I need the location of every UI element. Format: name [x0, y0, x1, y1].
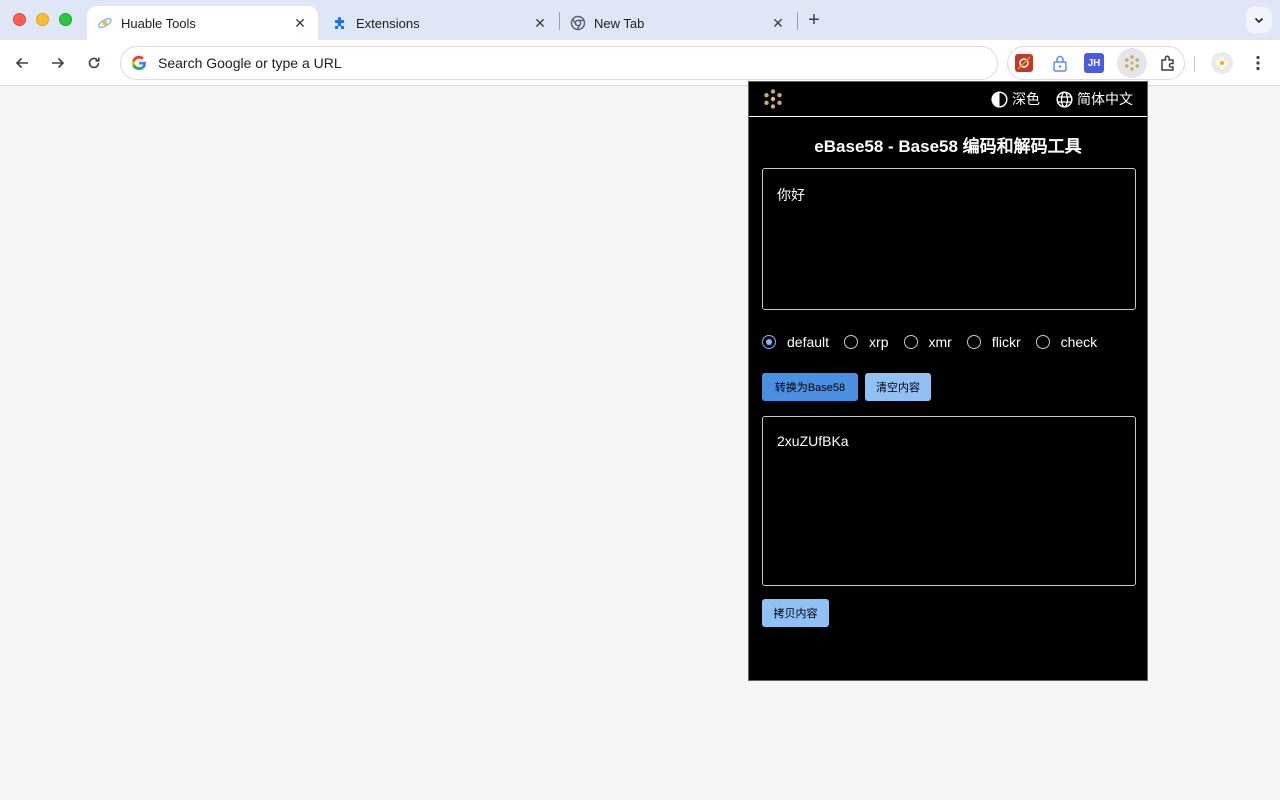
radio-unchecked[interactable] [1035, 335, 1050, 349]
address-bar[interactable] [120, 46, 998, 80]
new-tab-button[interactable]: + [803, 9, 825, 31]
radio-unchecked[interactable] [903, 335, 918, 349]
browser-toolbar: JH [0, 40, 1280, 86]
flower-avatar-icon [1215, 56, 1229, 70]
copy-button[interactable]: 拷贝内容 [762, 599, 829, 627]
option-xrp[interactable]: xrp [844, 334, 889, 350]
radio-unchecked[interactable] [966, 335, 981, 349]
google-g-icon [131, 55, 146, 71]
input-textarea[interactable]: 你好 [762, 168, 1136, 310]
language-select-button[interactable]: 简体中文 [1056, 89, 1133, 109]
popup-header: 深色 简体中文 [749, 82, 1147, 117]
omnibox-input[interactable] [158, 55, 958, 71]
tab-search-button[interactable] [1246, 7, 1272, 33]
contrast-icon [991, 90, 1008, 108]
huable-logo-icon [762, 88, 784, 110]
option-label: check [1060, 334, 1098, 350]
jh-extension-icon[interactable]: JH [1084, 53, 1104, 73]
reload-button[interactable] [81, 50, 107, 76]
option-flickr[interactable]: flickr [966, 334, 1021, 350]
globe-icon [1056, 90, 1073, 108]
toolbar-separator [1194, 56, 1195, 72]
option-label: xrp [869, 334, 889, 350]
theme-label: 深色 [1012, 91, 1040, 107]
tab-extensions[interactable]: Extensions ✕ [322, 6, 558, 40]
arrow-left-icon [15, 57, 28, 69]
option-label: xmr [928, 334, 952, 350]
window-zoom-button[interactable] [59, 13, 72, 26]
reload-icon [88, 57, 100, 69]
tab-new-tab[interactable]: New Tab ✕ [560, 6, 796, 40]
radio-checked[interactable] [762, 335, 776, 349]
chevron-down-icon [1254, 17, 1264, 24]
window-close-button[interactable] [13, 13, 26, 26]
option-label: flickr [991, 334, 1021, 350]
puzzle-piece-icon [332, 15, 348, 31]
option-default[interactable]: default [762, 334, 829, 350]
radio-unchecked[interactable] [844, 335, 859, 349]
tab-title: Extensions [356, 15, 420, 31]
arrow-right-icon [52, 57, 65, 69]
tab-separator [797, 12, 798, 30]
tab-title: Huable Tools [121, 15, 196, 31]
popup-title: eBase58 - Base58 编码和解码工具 [814, 137, 1082, 156]
option-label: default [787, 334, 830, 350]
puzzle-extensions-icon[interactable] [1156, 51, 1180, 75]
window-minimize-button[interactable] [36, 13, 49, 26]
theme-toggle-button[interactable]: 深色 [991, 89, 1040, 109]
browser-menu-button[interactable] [1250, 52, 1266, 74]
close-icon[interactable]: ✕ [770, 15, 786, 31]
option-xmr[interactable]: xmr [903, 334, 952, 350]
tab-title: New Tab [594, 15, 645, 31]
red-extension-icon[interactable] [1012, 51, 1036, 75]
forward-button[interactable] [45, 50, 71, 76]
extension-popup: 深色 简体中文 eBase58 - Base58 编码和解码工具 你好 defa… [748, 81, 1148, 681]
language-label: 简体中文 [1077, 91, 1133, 107]
profile-avatar[interactable] [1211, 52, 1233, 74]
tab-strip: Huable Tools ✕ Extensions ✕ New Tab ✕ + [0, 0, 1280, 40]
convert-button[interactable]: 转换为Base58 [762, 373, 858, 401]
lock-extension-icon[interactable] [1048, 51, 1072, 75]
chrome-icon [570, 15, 586, 31]
close-icon[interactable]: ✕ [292, 15, 308, 31]
clear-button[interactable]: 清空内容 [865, 373, 931, 401]
back-button[interactable] [9, 50, 35, 76]
close-icon[interactable]: ✕ [532, 15, 548, 31]
jh-label: JH [1087, 57, 1101, 69]
output-textarea[interactable]: 2xuZUfBKa [762, 416, 1136, 586]
tab-huable-tools[interactable]: Huable Tools ✕ [87, 6, 318, 40]
more-vert-icon [1256, 55, 1260, 71]
huable-extension-icon[interactable] [1117, 48, 1147, 78]
option-check[interactable]: check [1035, 334, 1098, 350]
alphabet-options: default xrp xmr flickr check [762, 333, 1112, 351]
huable-logo-icon [97, 15, 113, 31]
